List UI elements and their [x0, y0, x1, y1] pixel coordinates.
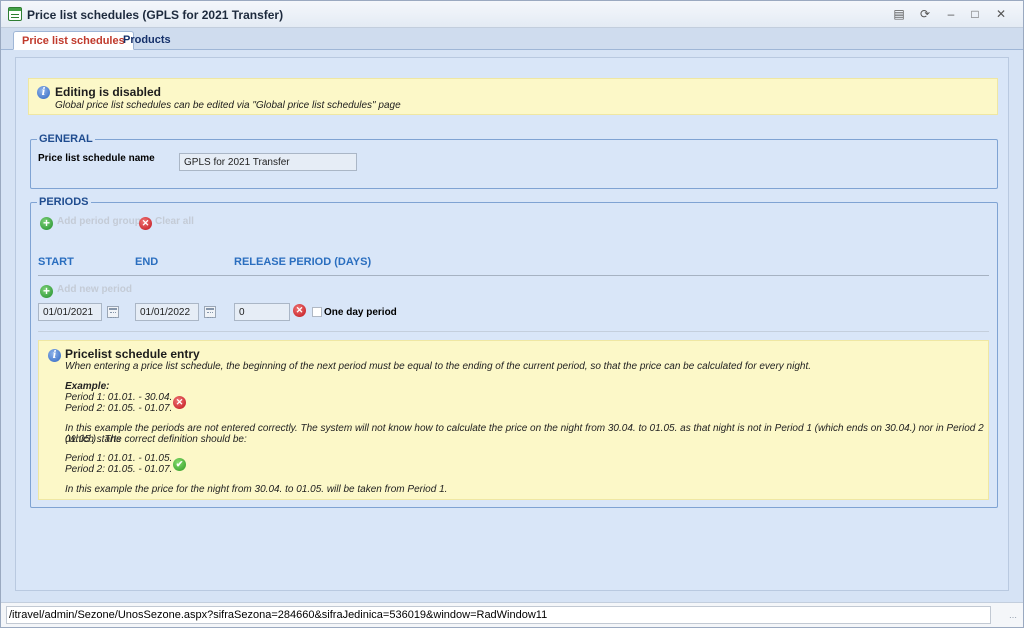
- content-panel: i Editing is disabled Global price list …: [15, 57, 1009, 591]
- delete-period-icon[interactable]: ✕: [293, 304, 306, 317]
- header-divider: [38, 275, 989, 276]
- tab-products[interactable]: Products: [115, 31, 179, 50]
- column-header-release: RELEASE PERIOD (DAYS): [234, 256, 372, 268]
- status-bar: /itravel/admin/Sezone/UnosSezone.aspx?si…: [1, 602, 1023, 627]
- help-title: Pricelist schedule entry: [65, 347, 200, 361]
- status-url: /itravel/admin/Sezone/UnosSezone.aspx?si…: [6, 606, 991, 624]
- column-header-start: START: [38, 256, 74, 268]
- close-icon[interactable]: ✕: [991, 5, 1011, 23]
- price-list-schedule-name-input[interactable]: [179, 153, 357, 171]
- pin-icon[interactable]: ▤: [889, 5, 909, 23]
- clear-all-icon[interactable]: ✕: [139, 217, 152, 230]
- editing-disabled-notice: i Editing is disabled Global price list …: [28, 78, 998, 115]
- period-end-input[interactable]: [135, 303, 199, 321]
- help-intro: When entering a price list schedule, the…: [65, 361, 812, 372]
- general-section: GENERAL Price list schedule name: [30, 133, 998, 189]
- help-info-icon: i: [48, 349, 61, 362]
- add-new-period-icon[interactable]: +: [40, 285, 53, 298]
- period-start-input[interactable]: [38, 303, 102, 321]
- help-explanation-line-2: 01.05.) . The correct definition should …: [65, 434, 247, 445]
- app-icon: [8, 7, 22, 21]
- price-list-schedule-name-label: Price list schedule name: [38, 153, 155, 164]
- maximize-icon[interactable]: □: [965, 5, 985, 23]
- correct-icon: ✔: [173, 458, 186, 471]
- help-conclusion: In this example the price for the night …: [65, 484, 448, 495]
- notice-title: Editing is disabled: [55, 85, 162, 99]
- tab-strip: Price list schedules Products: [1, 28, 1023, 50]
- periods-legend: PERIODS: [37, 196, 91, 208]
- one-day-period-checkbox[interactable]: [312, 307, 322, 317]
- column-header-end: END: [135, 256, 159, 268]
- help-bad-period-2: Period 2: 01.05. - 01.07.: [65, 403, 173, 414]
- minimize-icon[interactable]: –: [941, 5, 961, 23]
- window-title: Price list schedules (GPLS for 2021 Tran…: [27, 8, 284, 22]
- start-calendar-icon[interactable]: [107, 306, 119, 318]
- help-example-label: Example:: [65, 381, 110, 392]
- add-period-group-link[interactable]: Add period group: [57, 216, 141, 227]
- title-bar[interactable]: Price list schedules (GPLS for 2021 Tran…: [1, 1, 1023, 28]
- dialog-window: Price list schedules (GPLS for 2021 Tran…: [0, 0, 1024, 628]
- periods-section: PERIODS + Add period group ✕ Clear all S…: [30, 196, 998, 508]
- clear-all-link[interactable]: Clear all: [155, 216, 194, 227]
- help-good-period-1: Period 1: 01.01. - 01.05.: [65, 453, 173, 464]
- end-calendar-icon[interactable]: [204, 306, 216, 318]
- notice-subtitle: Global price list schedules can be edite…: [55, 100, 401, 111]
- add-period-group-icon[interactable]: +: [40, 217, 53, 230]
- pricelist-schedule-entry-help: i Pricelist schedule entry When entering…: [38, 340, 989, 500]
- info-icon: i: [37, 86, 50, 99]
- help-good-period-2: Period 2: 01.05. - 01.07.: [65, 464, 173, 475]
- incorrect-icon: ✕: [173, 396, 186, 409]
- help-bad-period-1: Period 1: 01.01. - 30.04.: [65, 392, 173, 403]
- one-day-period-label: One day period: [324, 307, 397, 318]
- add-new-period-link[interactable]: Add new period: [57, 284, 132, 295]
- release-period-input[interactable]: [234, 303, 290, 321]
- row-divider: [38, 331, 989, 332]
- general-legend: GENERAL: [37, 133, 95, 145]
- restore-icon[interactable]: ⟳: [915, 5, 935, 23]
- resize-grip-icon[interactable]: ⋯: [1009, 613, 1017, 622]
